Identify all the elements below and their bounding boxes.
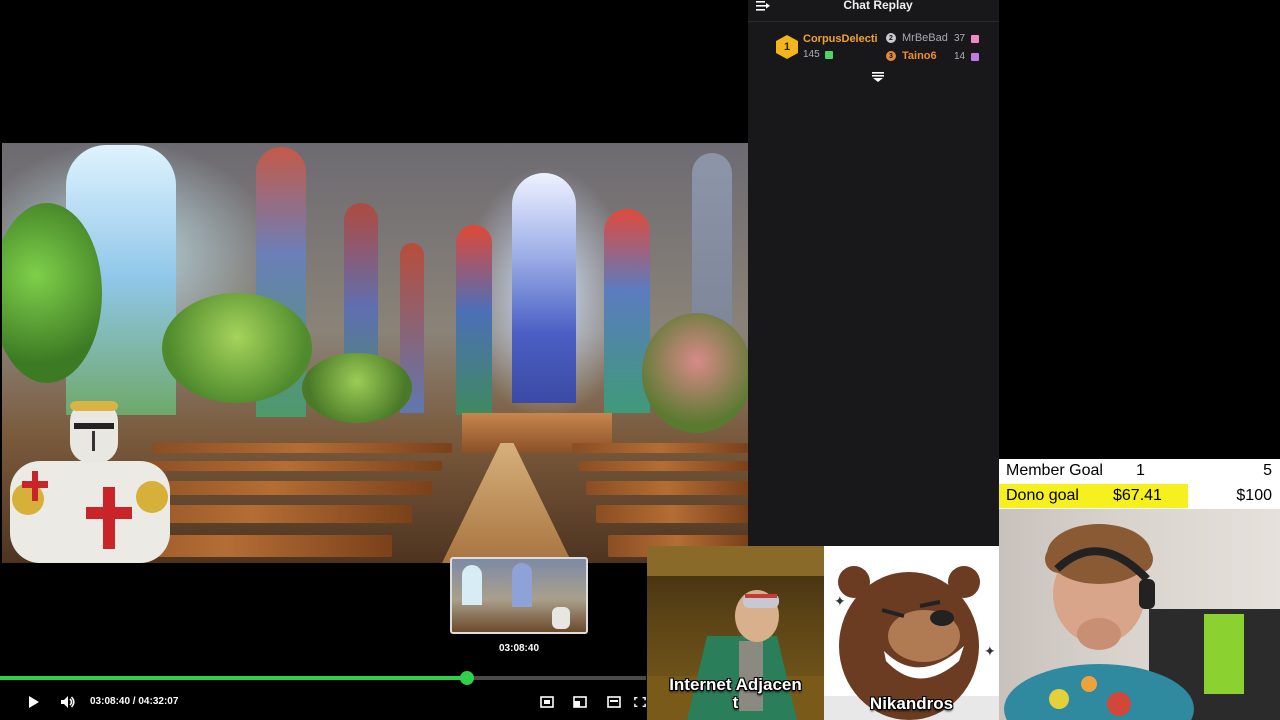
volume-icon[interactable]	[56, 690, 80, 714]
dono-goal: Dono goal $67.41 $100	[999, 484, 1280, 508]
leaderboard-third-count: 14	[954, 51, 966, 62]
seek-preview-time: 03:08:40	[498, 643, 540, 654]
pew	[586, 481, 748, 495]
dono-goal-target: $100	[1236, 487, 1272, 504]
pew	[572, 443, 748, 453]
rank-1-medal-icon: 1	[776, 35, 798, 59]
gift-icon	[825, 51, 833, 59]
stream-goals: Member Goal 1 5 Dono goal $67.41 $100	[999, 459, 1280, 509]
streamer-image	[1004, 524, 1280, 720]
stained-glass-window	[456, 225, 492, 415]
plant	[162, 293, 312, 403]
character-name-right: Nikandros	[869, 694, 954, 713]
pew	[152, 443, 452, 453]
leaderboard-first-count: 145	[803, 49, 820, 60]
theater-mode-icon[interactable]	[535, 690, 559, 714]
seek-bar-played	[0, 676, 468, 680]
gift-icon	[971, 53, 979, 61]
rose-window	[512, 173, 576, 403]
member-goal: Member Goal 1 5	[999, 459, 1280, 483]
gift-icon	[971, 35, 979, 43]
clip-icon[interactable]	[602, 690, 626, 714]
plant	[642, 313, 748, 433]
video-frame[interactable]	[2, 143, 748, 563]
pew	[132, 461, 442, 471]
time-display: 03:08:40 / 04:32:07	[90, 696, 179, 707]
webcam-feed	[999, 509, 1280, 720]
aisle	[442, 443, 572, 563]
leaderboard-third-name[interactable]: Taino6	[902, 50, 937, 62]
rank-3-badge-icon: 3	[886, 51, 896, 61]
seek-bar-handle[interactable]	[460, 671, 475, 685]
gift-leaderboard: 1 CorpusDelecti 145 2 MrBeBad 37 3 Taino…	[748, 28, 999, 88]
leaderboard-second-name[interactable]: MrBeBad	[902, 32, 948, 44]
character-card-left: Internet Adjacen t	[647, 546, 824, 720]
pew	[578, 461, 748, 471]
chat-replay-panel: Chat Replay 1 CorpusDelecti 145 2 MrBeBa…	[748, 0, 999, 546]
member-goal-target: 5	[1263, 462, 1272, 479]
knight-avatar	[10, 401, 170, 563]
character-card-right: ✦ ✦ Nikandros	[824, 546, 999, 720]
pew	[596, 505, 748, 523]
play-icon[interactable]	[22, 690, 46, 714]
svg-text:✦: ✦	[834, 594, 846, 610]
plant	[302, 353, 412, 423]
svg-text:✦: ✦	[984, 644, 996, 660]
member-goal-current: 1	[1136, 462, 1145, 479]
member-goal-label: Member Goal	[1006, 462, 1103, 479]
video-player[interactable]: 03:08:40 03:08:40 / 04:32:07	[0, 0, 748, 720]
seek-preview-thumbnail	[450, 557, 588, 634]
player-controls: 03:08:40 / 04:32:07	[0, 690, 646, 714]
miniplayer-icon[interactable]	[568, 690, 592, 714]
expand-leaderboard-icon[interactable]	[872, 72, 884, 82]
rank-2-badge-icon: 2	[886, 33, 896, 43]
character-name-left: Internet Adjacen t	[669, 675, 802, 712]
fullscreen-icon[interactable]	[634, 690, 646, 714]
dono-goal-current: $67.41	[1113, 487, 1162, 504]
leaderboard-first-name[interactable]: CorpusDelecti	[803, 33, 878, 45]
chat-title: Chat Replay	[843, 0, 913, 12]
dono-goal-label: Dono goal	[1006, 487, 1079, 504]
seek-bar[interactable]	[0, 671, 646, 685]
chat-header: Chat Replay	[748, 0, 999, 22]
leaderboard-second-count: 37	[954, 33, 966, 44]
